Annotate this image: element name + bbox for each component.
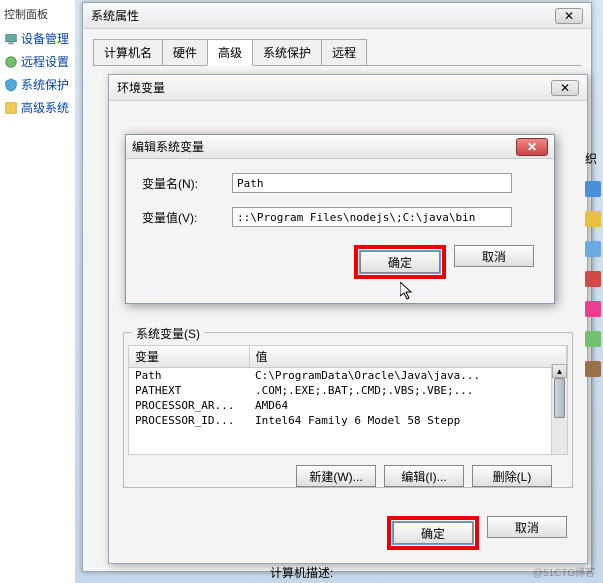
titlebar: 系统属性 ✕ <box>83 3 591 29</box>
right-icon-strip: 织 <box>585 150 603 391</box>
close-button[interactable]: ✕ <box>551 80 579 96</box>
table-row[interactable]: PathC:\ProgramData\Oracle\Java\java... <box>129 368 567 384</box>
highlight-box: 确定 <box>387 516 479 550</box>
app-icon[interactable] <box>585 241 601 257</box>
variable-name-label: 变量名(N): <box>142 175 232 192</box>
remote-icon <box>4 55 18 69</box>
app-icon[interactable] <box>585 211 601 227</box>
cancel-button[interactable]: 取消 <box>454 245 534 267</box>
new-button[interactable]: 新建(W)... <box>296 465 376 487</box>
tab-hardware[interactable]: 硬件 <box>162 39 208 65</box>
app-icon[interactable] <box>585 331 601 347</box>
device-icon <box>4 32 18 46</box>
close-icon: ✕ <box>564 9 574 23</box>
app-icon[interactable] <box>585 361 601 377</box>
close-button[interactable]: ✕ <box>516 138 548 156</box>
scroll-thumb[interactable] <box>554 378 565 418</box>
titlebar: 环境变量 ✕ <box>109 75 587 101</box>
highlight-box: 确定 <box>354 245 446 279</box>
app-icon[interactable] <box>585 301 601 317</box>
close-button[interactable]: ✕ <box>555 8 583 24</box>
table-row[interactable]: PROCESSOR_ID...Intel64 Family 6 Model 58… <box>129 413 567 428</box>
app-icon[interactable] <box>585 181 601 197</box>
edit-variable-dialog: 编辑系统变量 ✕ 变量名(N): 变量值(V): 确定 取消 <box>125 134 555 304</box>
system-variables-group: 系统变量(S) 变量 值 PathC:\ProgramData\Oracle\J… <box>123 332 573 488</box>
titlebar: 编辑系统变量 ✕ <box>126 135 554 159</box>
tabs: 计算机名 硬件 高级 系统保护 远程 <box>93 39 581 66</box>
sidebar-item-remote[interactable]: 远程设置 <box>4 53 71 70</box>
system-variables-table: 变量 值 PathC:\ProgramData\Oracle\Java\java… <box>128 345 568 455</box>
sidebar-title: 控制面板 <box>4 6 71 22</box>
scrollbar[interactable]: ▲ <box>551 364 567 454</box>
delete-button[interactable]: 删除(L) <box>472 465 552 487</box>
variable-value-label: 变量值(V): <box>142 209 232 226</box>
ok-button[interactable]: 确定 <box>360 251 440 273</box>
scroll-up-icon[interactable]: ▲ <box>552 364 567 378</box>
cancel-button[interactable]: 取消 <box>487 516 567 538</box>
sidebar-item-protection[interactable]: 系统保护 <box>4 76 71 93</box>
col-value[interactable]: 值 <box>249 346 567 368</box>
table-row[interactable]: PROCESSOR_AR...AMD64 <box>129 398 567 413</box>
tab-remote[interactable]: 远程 <box>321 39 367 65</box>
group-label: 系统变量(S) <box>132 325 204 342</box>
tab-computer-name[interactable]: 计算机名 <box>93 39 163 65</box>
tab-advanced[interactable]: 高级 <box>207 39 253 66</box>
close-icon: ✕ <box>527 140 537 154</box>
advanced-icon <box>4 101 18 115</box>
edit-button[interactable]: 编辑(I)... <box>384 465 464 487</box>
variable-name-input[interactable] <box>232 173 512 193</box>
table-row[interactable]: PATHEXT.COM;.EXE;.BAT;.CMD;.VBS;.VBE;... <box>129 383 567 398</box>
dialog-title: 系统属性 <box>91 7 139 24</box>
watermark: @51CTO博客 <box>533 564 595 579</box>
ok-button[interactable]: 确定 <box>393 522 473 544</box>
app-icon[interactable] <box>585 271 601 287</box>
tab-protection[interactable]: 系统保护 <box>252 39 322 65</box>
control-panel-sidebar: 控制面板 设备管理 远程设置 系统保护 高级系统 <box>0 0 75 583</box>
computer-description-label: 计算机描述: <box>270 564 333 581</box>
dialog-title: 编辑系统变量 <box>132 138 204 155</box>
sidebar-item-device[interactable]: 设备管理 <box>4 30 71 47</box>
dialog-title: 环境变量 <box>117 79 165 96</box>
col-variable[interactable]: 变量 <box>129 346 249 368</box>
variable-value-input[interactable] <box>232 207 512 227</box>
sidebar-item-advanced[interactable]: 高级系统 <box>4 99 71 116</box>
close-icon: ✕ <box>560 81 570 95</box>
shield-icon <box>4 78 18 92</box>
